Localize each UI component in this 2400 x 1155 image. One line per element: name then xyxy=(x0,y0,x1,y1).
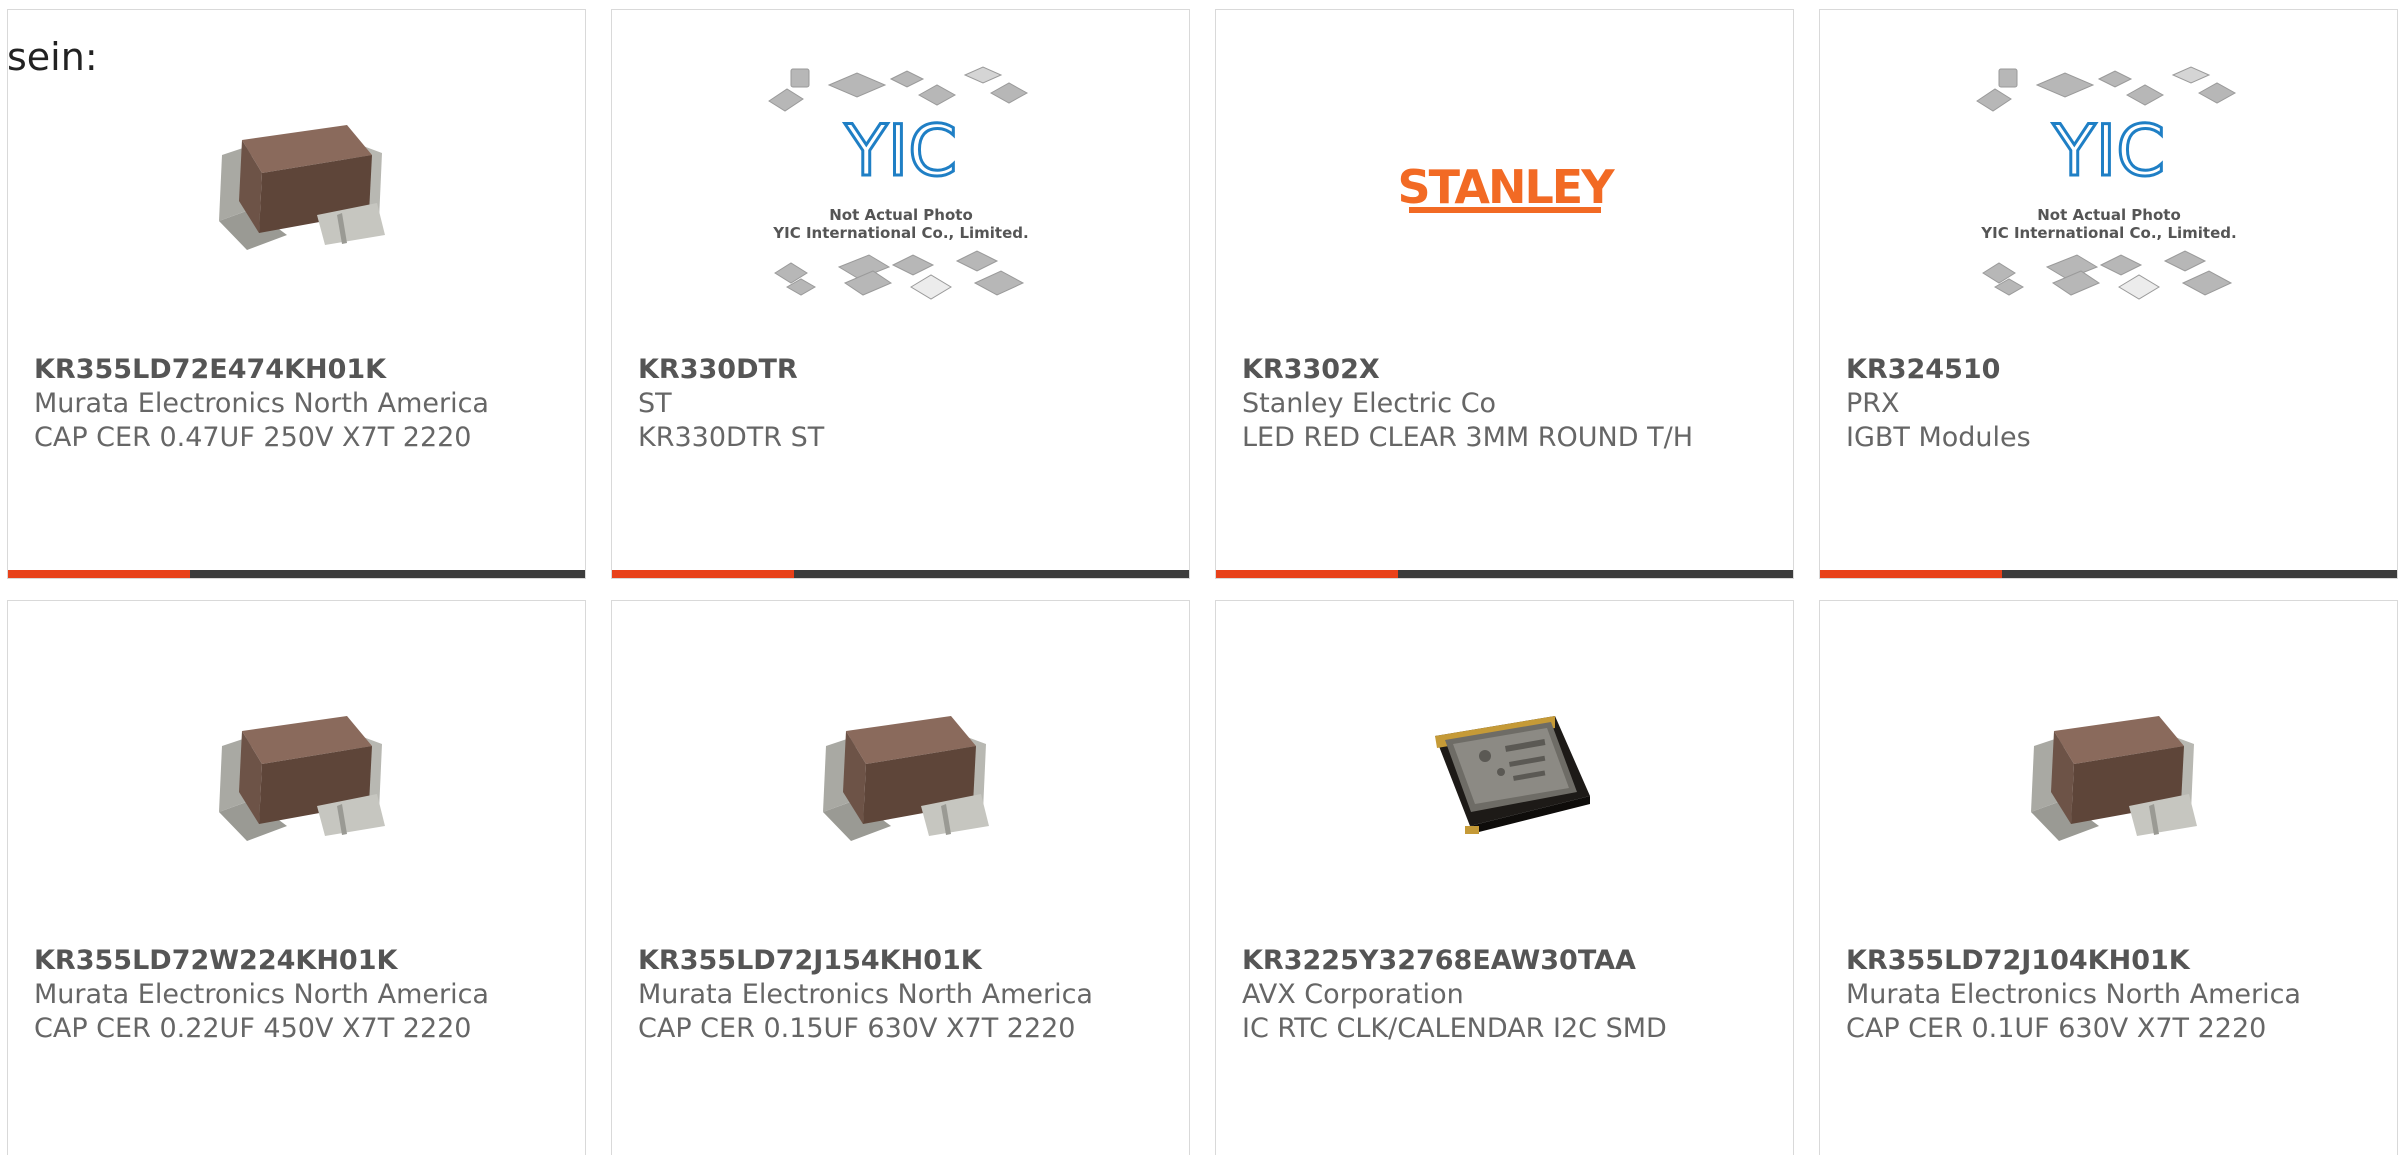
product-info: KR3302X Stanley Electric Co LED RED CLEA… xyxy=(1242,353,1783,455)
yic-placeholder-image: YIC Not Actual Photo YIC International C… xyxy=(768,66,1028,300)
yic-logo-text: YIC xyxy=(2051,110,2164,192)
intro-text: sein: xyxy=(7,35,98,79)
part-number-link[interactable]: KR3302X xyxy=(1242,353,1783,387)
yic-logo-text: YIC xyxy=(843,110,956,192)
description: IC RTC CLK/CALENDAR I2C SMD xyxy=(1242,1013,1667,1044)
ceramic-capacitor-image xyxy=(2030,716,2197,841)
part-number-link[interactable]: KR3225Y32768EAW30TAA xyxy=(1242,944,1783,978)
stanley-logo-text: STANLEY xyxy=(1397,160,1615,214)
manufacturer: AVX Corporation xyxy=(1242,979,1464,1010)
yic-placeholder-image: YIC Not Actual Photo YIC International C… xyxy=(1976,66,2236,300)
product-image[interactable]: YIC Not Actual Photo YIC International C… xyxy=(612,66,1189,300)
stanley-logo-image: STANLEY xyxy=(1397,160,1617,214)
description: IGBT Modules xyxy=(1846,422,2031,453)
product-image[interactable] xyxy=(612,676,1189,876)
product-card[interactable]: KR355LD72J154KH01K Murata Electronics No… xyxy=(611,600,1190,1155)
description: LED RED CLEAR 3MM ROUND T/H xyxy=(1242,422,1694,453)
stanley-logo-underline xyxy=(1408,207,1601,213)
product-info: KR330DTR ST KR330DTR ST xyxy=(638,353,1179,455)
ceramic-capacitor-image xyxy=(822,716,989,841)
part-number-link[interactable]: KR355LD72E474KH01K xyxy=(34,353,575,387)
card-accent-bar xyxy=(612,570,794,578)
manufacturer: Murata Electronics North America xyxy=(34,979,489,1010)
product-card[interactable]: YIC Not Actual Photo YIC International C… xyxy=(611,9,1190,579)
product-card[interactable]: KR355LD72J104KH01K Murata Electronics No… xyxy=(1819,600,2398,1155)
manufacturer: ST xyxy=(638,388,672,419)
product-info: KR355LD72E474KH01K Murata Electronics No… xyxy=(34,353,575,455)
description: KR330DTR ST xyxy=(638,422,825,453)
part-number-link[interactable]: KR330DTR xyxy=(638,353,1179,387)
product-card[interactable]: KR355LD72E474KH01K Murata Electronics No… xyxy=(7,9,586,579)
product-card[interactable]: YIC Not Actual Photo YIC International C… xyxy=(1819,9,2398,579)
product-card[interactable]: KR3225Y32768EAW30TAA AVX Corporation IC … xyxy=(1215,600,1794,1155)
product-image[interactable] xyxy=(1820,676,2397,876)
part-number-link[interactable]: KR355LD72J104KH01K xyxy=(1846,944,2387,978)
card-accent-bar xyxy=(1216,570,1398,578)
manufacturer: Murata Electronics North America xyxy=(34,388,489,419)
manufacturer: Stanley Electric Co xyxy=(1242,388,1497,419)
card-bottom-bar xyxy=(8,570,585,578)
product-image[interactable] xyxy=(8,676,585,876)
manufacturer: Murata Electronics North America xyxy=(1846,979,2301,1010)
product-card[interactable]: KR355LD72W224KH01K Murata Electronics No… xyxy=(7,600,586,1155)
product-image[interactable]: STANLEY xyxy=(1216,85,1793,285)
product-info: KR355LD72J154KH01K Murata Electronics No… xyxy=(638,944,1179,1046)
image-caption-line-1: Not Actual Photo xyxy=(2037,206,2181,224)
product-image[interactable] xyxy=(8,85,585,285)
description: CAP CER 0.15UF 630V X7T 2220 xyxy=(638,1013,1076,1044)
description: CAP CER 0.47UF 250V X7T 2220 xyxy=(34,422,472,453)
crystal-oscillator-image xyxy=(1434,716,1590,834)
card-accent-bar xyxy=(1820,570,2002,578)
manufacturer: Murata Electronics North America xyxy=(638,979,1093,1010)
product-info: KR355LD72J104KH01K Murata Electronics No… xyxy=(1846,944,2387,1046)
part-number-link[interactable]: KR355LD72W224KH01K xyxy=(34,944,575,978)
description: CAP CER 0.1UF 630V X7T 2220 xyxy=(1846,1013,2267,1044)
product-image[interactable] xyxy=(1216,676,1793,876)
ceramic-capacitor-image xyxy=(218,716,385,841)
product-listing: sein: KR355LD72E474KH01K Murata Electron… xyxy=(0,0,2400,1155)
card-bottom-bar xyxy=(1820,570,2397,578)
product-info: KR355LD72W224KH01K Murata Electronics No… xyxy=(34,944,575,1046)
manufacturer: PRX xyxy=(1846,388,1900,419)
part-number-link[interactable]: KR355LD72J154KH01K xyxy=(638,944,1179,978)
product-card[interactable]: STANLEY KR3302X Stanley Electric Co LED … xyxy=(1215,9,1794,579)
product-info: KR324510 PRX IGBT Modules xyxy=(1846,353,2387,455)
card-bottom-bar xyxy=(1216,570,1793,578)
image-caption-line-2: YIC International Co., Limited. xyxy=(1980,224,2236,242)
product-grid: KR355LD72E474KH01K Murata Electronics No… xyxy=(7,9,2400,1155)
description: CAP CER 0.22UF 450V X7T 2220 xyxy=(34,1013,472,1044)
card-accent-bar xyxy=(8,570,190,578)
image-caption-line-1: Not Actual Photo xyxy=(829,206,973,224)
product-image[interactable]: YIC Not Actual Photo YIC International C… xyxy=(1820,66,2397,300)
product-info: KR3225Y32768EAW30TAA AVX Corporation IC … xyxy=(1242,944,1783,1046)
card-bottom-bar xyxy=(612,570,1189,578)
part-number-link[interactable]: KR324510 xyxy=(1846,353,2387,387)
ceramic-capacitor-image xyxy=(218,125,385,250)
image-caption-line-2: YIC International Co., Limited. xyxy=(772,224,1028,242)
